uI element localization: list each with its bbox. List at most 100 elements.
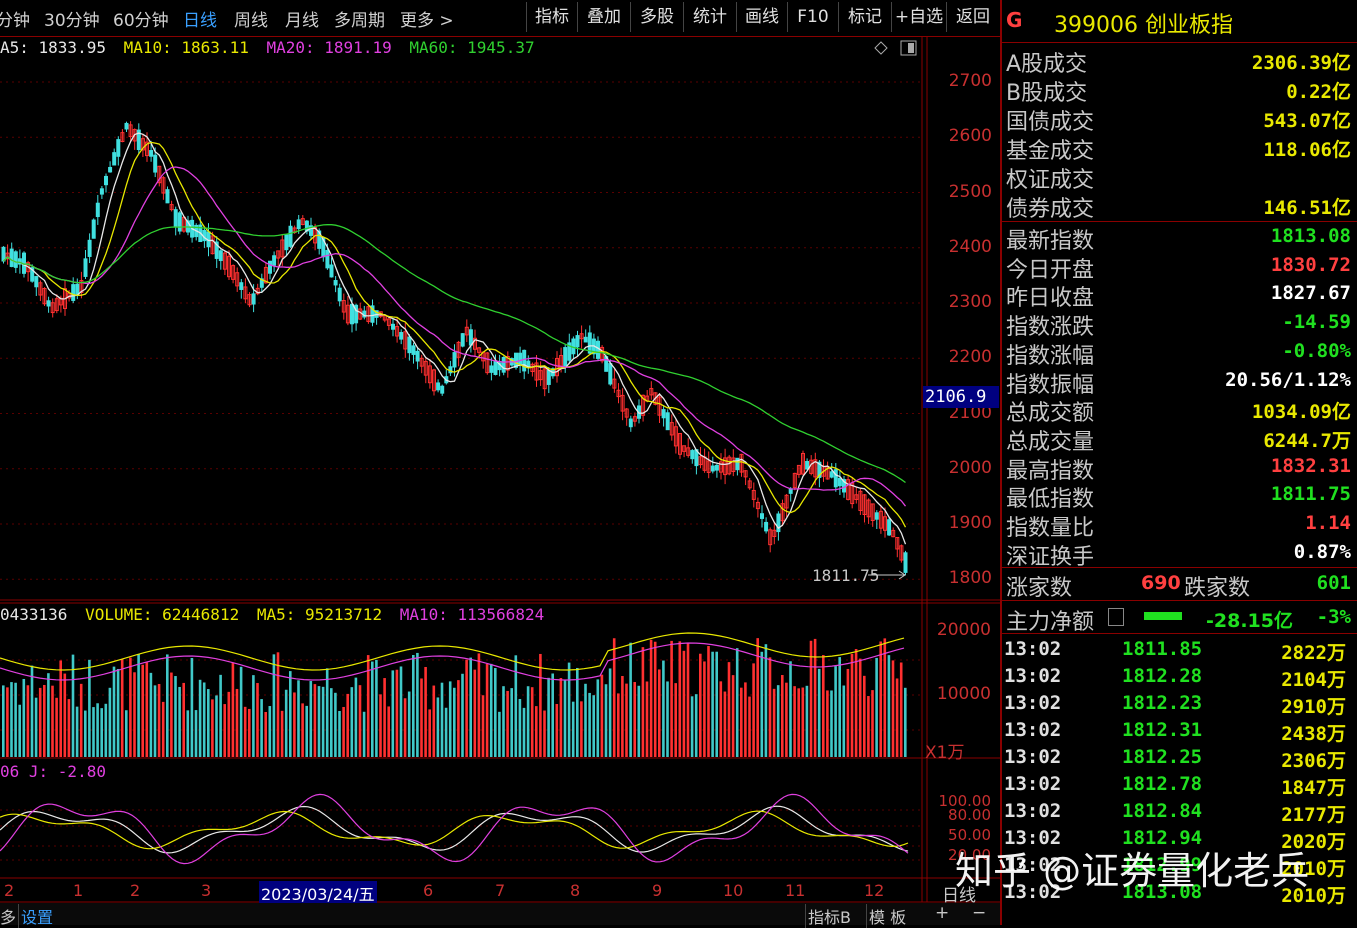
candle-body: [760, 513, 764, 519]
volume-bar: [129, 657, 132, 757]
vol-unit: X1万: [925, 743, 965, 763]
candle-body: [583, 336, 588, 343]
candle-body: [251, 293, 256, 305]
candle-body: [272, 255, 277, 266]
tick-price: 1812.25: [1122, 746, 1203, 768]
bottom-more[interactable]: 多: [0, 904, 16, 928]
f10-button[interactable]: F10: [787, 2, 838, 32]
volume-bar: [14, 682, 17, 757]
volume-bar: [223, 704, 226, 757]
volume-bar: [317, 686, 321, 757]
candle-body: [83, 258, 88, 277]
volume-bar: [740, 687, 743, 757]
volume-bar: [375, 659, 378, 757]
volume-bar: [96, 703, 99, 757]
tick-price: 1812.84: [1122, 800, 1203, 822]
period-tab-daily[interactable]: 日线: [183, 6, 217, 31]
candle-body: [1, 246, 6, 262]
period-tab-weekly[interactable]: 周线: [234, 6, 268, 31]
volume-bar: [280, 710, 284, 757]
volume-bar: [715, 651, 718, 757]
volume-bar: [38, 687, 42, 757]
volume-bar: [67, 699, 71, 757]
volume-bar: [309, 681, 313, 757]
tick-time: 13:02: [1004, 692, 1062, 714]
kline-chart-area[interactable]: [0, 37, 1000, 925]
list-icon[interactable]: [1108, 608, 1124, 626]
candle-body: [165, 189, 170, 204]
quote-label: 昨日收盘: [1006, 286, 1095, 312]
candle-body: [177, 212, 182, 232]
volume-bar: [407, 691, 411, 757]
overlay-button[interactable]: 叠加: [577, 2, 630, 32]
tick-time: 13:02: [1004, 773, 1062, 795]
zoom-in-button[interactable]: +: [935, 903, 949, 923]
volume-bar: [834, 666, 837, 757]
volume-bar: [284, 689, 288, 757]
quote-value: 1830.72: [1270, 253, 1351, 276]
panel-toggle-icon[interactable]: [900, 40, 917, 56]
period-tab-30min[interactable]: 30分钟: [44, 6, 100, 31]
volume-bar: [899, 662, 903, 757]
turnover-row: 债券成交 146.51亿: [1006, 191, 1351, 222]
add-watchlist-button[interactable]: +自选: [891, 2, 946, 32]
tick-price: 1812.31: [1122, 719, 1203, 741]
divider: [1002, 42, 1357, 43]
volume-bar: [178, 686, 181, 757]
volume-bar: [838, 657, 841, 757]
draw-line-button[interactable]: 画线: [736, 2, 787, 32]
down-count: 601: [1316, 572, 1351, 594]
candle-body: [173, 209, 178, 227]
period-tab-60min[interactable]: 60分钟: [113, 6, 169, 31]
volume-bar: [629, 642, 632, 757]
candle-body: [493, 360, 498, 375]
volume-bar: [576, 667, 579, 757]
volume-bar: [182, 682, 185, 757]
volume-bar: [752, 663, 755, 757]
volume-bar: [379, 694, 382, 757]
volume-bar: [690, 696, 694, 757]
period-tab-1min[interactable]: 分钟: [0, 6, 30, 31]
volume-bar: [617, 693, 620, 757]
candle-body: [391, 323, 395, 330]
multi-stock-button[interactable]: 多股: [630, 2, 683, 32]
price-tick-label: 1900: [948, 513, 992, 533]
x-label: 3: [201, 881, 212, 900]
back-button[interactable]: 返回: [946, 2, 999, 32]
turnover-label: 基金成交: [1006, 139, 1095, 164]
period-tab-monthly[interactable]: 月线: [285, 6, 319, 31]
volume-bar: [731, 675, 735, 757]
volume-bar: [543, 710, 546, 757]
volume-bar: [371, 661, 374, 757]
quote-label: 指数量比: [1006, 516, 1095, 541]
volume-bar: [641, 647, 645, 757]
candle-body: [596, 340, 600, 359]
turnover-value: 118.06亿: [1263, 139, 1351, 161]
volume-bar: [883, 638, 887, 757]
volume-bar: [535, 706, 538, 757]
indicator-button[interactable]: 指标: [526, 2, 577, 32]
volume-bar: [383, 678, 386, 757]
volume-bar: [649, 639, 653, 757]
stats-button[interactable]: 统计: [683, 2, 736, 32]
settings-tab[interactable]: 设置: [18, 904, 53, 928]
volume-bars: [0, 632, 907, 757]
template-tab[interactable]: 模 板: [866, 904, 906, 928]
volume-bar: [436, 697, 440, 757]
main-force-row: 主力净额 -28.15亿 -3%: [1006, 604, 1351, 635]
candle-body: [46, 300, 51, 307]
volume-bar: [235, 688, 239, 757]
volume-bar: [867, 696, 870, 757]
candle-body: [575, 335, 580, 348]
quote-row: 昨日收盘 1827.67: [1006, 280, 1351, 311]
indicator-b-tab[interactable]: 指标B: [805, 904, 851, 928]
volume-bar: [670, 640, 673, 757]
ma-legend: A5: 1833.95 MA10: 1863.11 MA20: 1891.19 …: [0, 38, 535, 57]
period-tab-more[interactable]: 更多 >: [400, 6, 454, 31]
period-tab-multi[interactable]: 多周期: [334, 6, 385, 31]
candle-body: [337, 287, 342, 302]
volume-bar: [239, 666, 243, 757]
diamond-icon[interactable]: [874, 41, 888, 55]
mark-button[interactable]: 标记: [838, 2, 891, 32]
zoom-out-button[interactable]: −: [972, 903, 986, 923]
